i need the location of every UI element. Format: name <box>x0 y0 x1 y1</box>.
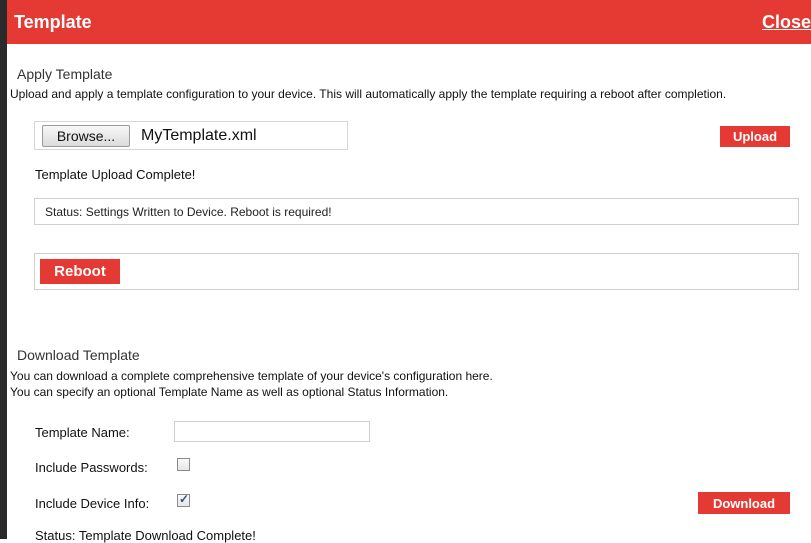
upload-button[interactable]: Upload <box>720 126 790 147</box>
close-link[interactable]: Close <box>762 12 811 33</box>
download-button[interactable]: Download <box>698 492 790 514</box>
include-device-info-label: Include Device Info: <box>35 496 150 511</box>
reboot-button[interactable]: Reboot <box>40 259 120 284</box>
include-passwords-checkbox[interactable] <box>177 458 190 471</box>
apply-template-description: Upload and apply a template configuratio… <box>10 87 727 101</box>
file-chooser[interactable]: Browse... MyTemplate.xml <box>34 121 348 150</box>
dialog-title: Template <box>14 12 92 32</box>
download-description-line1: You can download a complete comprehensiv… <box>10 369 493 383</box>
template-name-input[interactable] <box>174 421 370 442</box>
template-name-label: Template Name: <box>35 425 130 440</box>
upload-status-text: Template Upload Complete! <box>35 167 196 182</box>
checkmark-icon: ✓ <box>179 492 190 506</box>
include-passwords-label: Include Passwords: <box>35 460 148 475</box>
apply-status-field: Status: Settings Written to Device. Rebo… <box>34 198 799 225</box>
dialog-header: Template Close <box>7 0 811 44</box>
selected-file-name: MyTemplate.xml <box>141 127 257 144</box>
download-template-heading: Download Template <box>17 347 140 363</box>
include-device-info-checkbox[interactable]: ✓ <box>177 492 190 507</box>
apply-template-heading: Apply Template <box>17 66 113 82</box>
download-description-line2: You can specify an optional Template Nam… <box>10 385 449 399</box>
reboot-container: Reboot <box>34 253 799 290</box>
download-status-text: Status: Template Download Complete! <box>35 528 256 543</box>
browse-button[interactable]: Browse... <box>42 125 130 147</box>
window-left-border <box>0 0 7 539</box>
